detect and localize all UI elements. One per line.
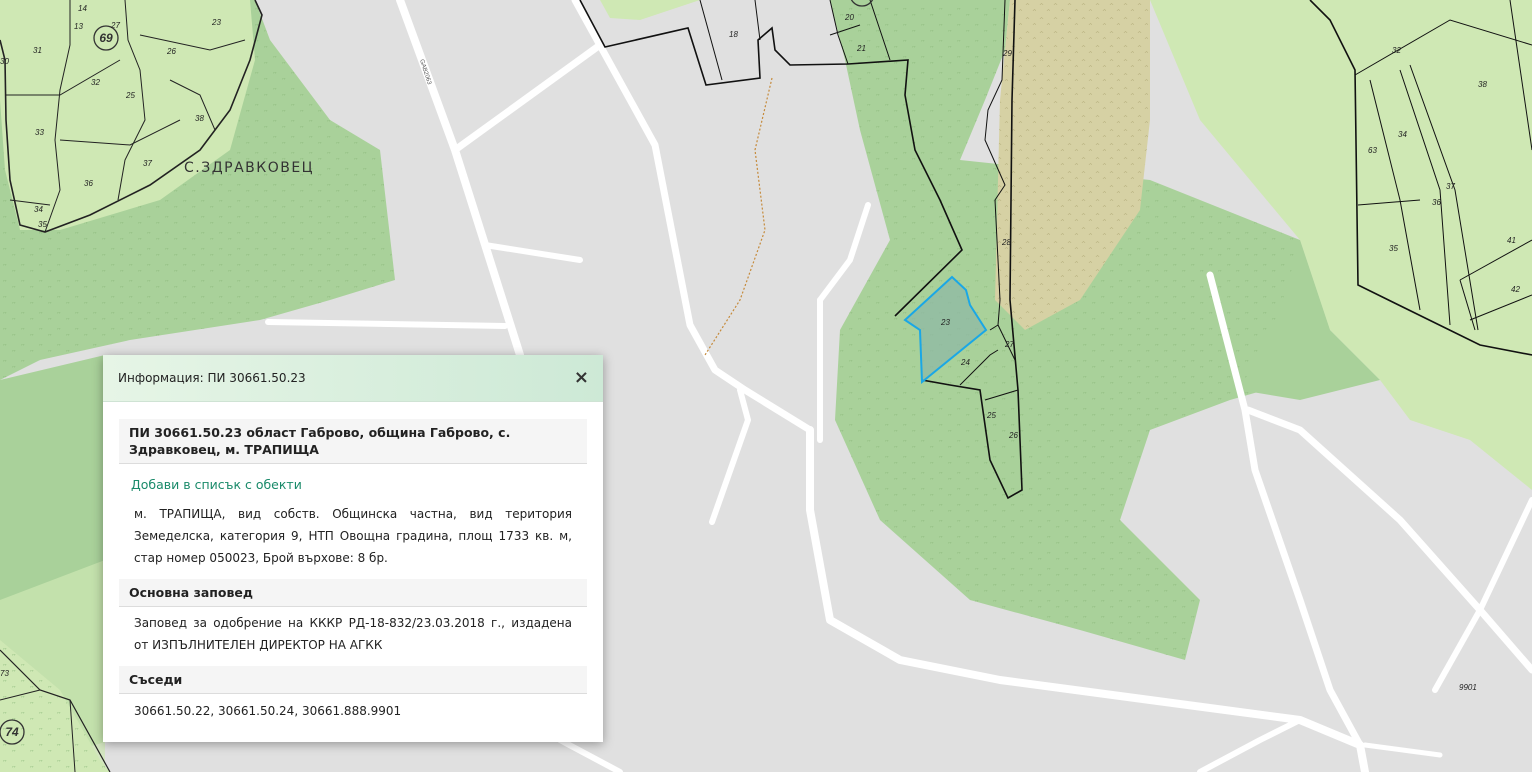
svg-text:38: 38 (195, 114, 204, 123)
svg-text:26: 26 (1008, 431, 1018, 440)
parcel-details: м. ТРАПИЩА, вид собств. Общинска частна,… (134, 507, 572, 565)
neighbors-text: 30661.50.22, 30661.50.24, 30661.888.9901 (134, 704, 402, 718)
svg-text:32: 32 (1392, 46, 1401, 55)
svg-text:37: 37 (143, 159, 152, 168)
svg-text:33: 33 (35, 128, 44, 137)
svg-text:31: 31 (33, 46, 42, 55)
svg-text:32: 32 (91, 78, 100, 87)
svg-text:23: 23 (211, 18, 221, 27)
svg-text:25: 25 (125, 91, 135, 100)
svg-text:73: 73 (0, 669, 9, 678)
svg-text:34: 34 (1398, 130, 1407, 139)
svg-text:28: 28 (1001, 238, 1011, 247)
svg-text:42: 42 (1511, 285, 1520, 294)
svg-text:35: 35 (38, 220, 47, 229)
svg-text:34: 34 (34, 205, 43, 214)
svg-text:27: 27 (1004, 340, 1014, 349)
popup-header: Информация: ПИ 30661.50.23 × (103, 355, 603, 402)
svg-text:27: 27 (110, 21, 120, 30)
svg-text:37: 37 (1446, 182, 1455, 191)
svg-text:29: 29 (1002, 49, 1012, 58)
order-heading: Основна заповед (119, 579, 587, 607)
svg-text:41: 41 (1507, 236, 1516, 245)
svg-text:13: 13 (74, 22, 83, 31)
svg-text:26: 26 (166, 47, 176, 56)
svg-text:69: 69 (99, 31, 113, 45)
svg-text:74: 74 (5, 725, 19, 739)
svg-text:25: 25 (986, 411, 996, 420)
svg-text:9901: 9901 (1459, 683, 1477, 692)
svg-text:18: 18 (729, 30, 738, 39)
neighbors-heading: Съседи (119, 666, 587, 694)
popup-title: Информация: ПИ 30661.50.23 (118, 371, 306, 385)
svg-text:14: 14 (78, 4, 87, 13)
svg-text:36: 36 (1432, 198, 1441, 207)
info-popup: Информация: ПИ 30661.50.23 × ПИ 30661.50… (103, 355, 603, 742)
parcel-heading: ПИ 30661.50.23 област Габрово, община Га… (119, 419, 587, 464)
svg-text:30: 30 (0, 57, 9, 66)
order-text: Заповед за одобрение на КККР РД-18-832/2… (134, 616, 572, 652)
add-to-list-link[interactable]: Добави в списък с обекти (119, 464, 587, 498)
svg-text:23: 23 (940, 318, 950, 327)
svg-text:38: 38 (1478, 80, 1487, 89)
svg-text:21: 21 (856, 44, 866, 53)
svg-text:20: 20 (844, 13, 854, 22)
close-icon[interactable]: × (570, 367, 593, 389)
svg-text:36: 36 (84, 179, 93, 188)
popup-body: ПИ 30661.50.23 област Габрово, община Га… (103, 402, 603, 730)
svg-text:24: 24 (960, 358, 970, 367)
svg-text:63: 63 (1368, 146, 1377, 155)
village-label: С.ЗДРАВКОВЕЦ (184, 160, 314, 176)
svg-text:35: 35 (1389, 244, 1398, 253)
